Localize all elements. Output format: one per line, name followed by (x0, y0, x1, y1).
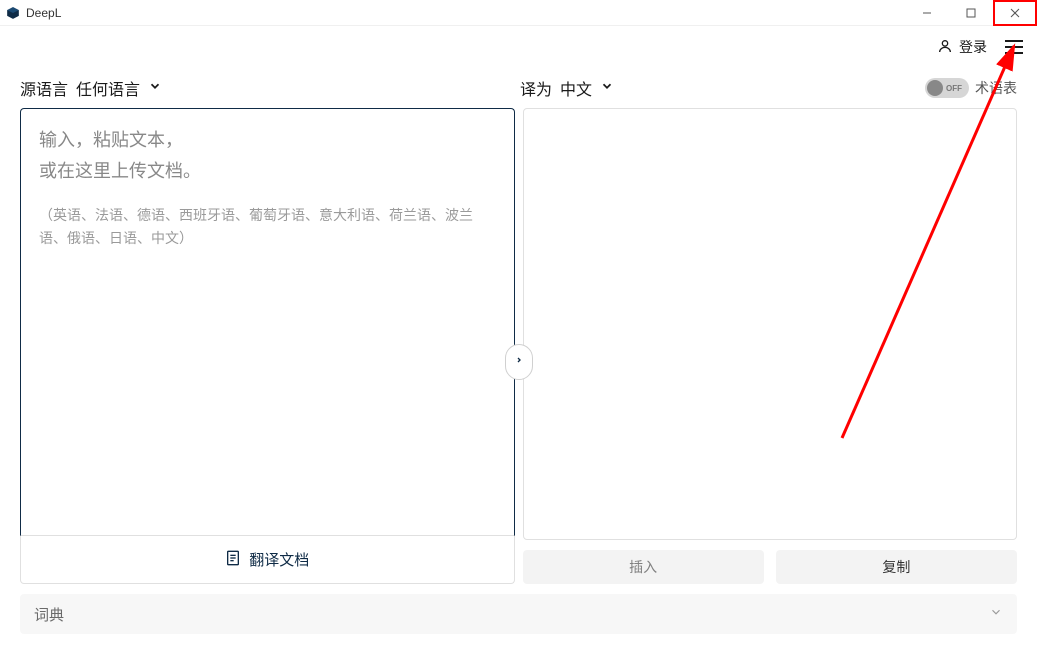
dictionary-label: 词典 (34, 604, 64, 625)
chevron-down-icon (600, 79, 614, 98)
source-lang-prefix: 源语言 (20, 76, 68, 100)
target-lang-value: 中文 (560, 76, 592, 100)
source-panel: 输入，粘贴文本， 或在这里上传文档。 （英语、法语、德语、西班牙语、葡萄牙语、意… (20, 108, 515, 584)
source-placeholder: 输入，粘贴文本， 或在这里上传文档。 (39, 125, 496, 186)
chevron-down-icon (148, 79, 162, 98)
target-panel: 插入 复制 (523, 108, 1018, 584)
dictionary-bar[interactable]: 词典 (20, 594, 1017, 634)
source-lang-value: 任何语言 (76, 76, 140, 100)
translate-doc-label: 翻译文档 (249, 549, 309, 570)
source-language-selector[interactable]: 源语言任何语言 (20, 76, 162, 100)
glossary-toggle[interactable]: OFF (925, 78, 969, 98)
user-icon (937, 38, 953, 57)
insert-button[interactable]: 插入 (523, 550, 764, 584)
chevron-down-icon (989, 605, 1003, 624)
target-language-selector[interactable]: 译为中文 (520, 76, 614, 100)
close-button[interactable] (993, 0, 1037, 26)
supported-languages-hint: （英语、法语、德语、西班牙语、葡萄牙语、意大利语、荷兰语、波兰语、俄语、日语、中… (39, 204, 496, 249)
window-controls (905, 0, 1037, 26)
target-textarea[interactable] (523, 108, 1018, 540)
titlebar-left: DeepL (6, 6, 61, 20)
minimize-button[interactable] (905, 0, 949, 26)
swap-languages-button[interactable] (505, 344, 533, 380)
copy-label: 复制 (882, 557, 910, 577)
translation-panels: 输入，粘贴文本， 或在这里上传文档。 （英语、法语、德语、西班牙语、葡萄牙语、意… (0, 108, 1037, 584)
toggle-knob (927, 80, 943, 96)
copy-button[interactable]: 复制 (776, 550, 1017, 584)
glossary-label: 术语表 (975, 78, 1017, 98)
document-icon (225, 549, 241, 571)
titlebar: DeepL (0, 0, 1037, 26)
source-panel-footer: 翻译文档 (20, 536, 515, 584)
menu-button[interactable] (1005, 40, 1023, 54)
app-title: DeepL (26, 6, 61, 20)
target-panel-footer: 插入 复制 (523, 540, 1018, 584)
target-lang-prefix: 译为 (520, 76, 552, 100)
insert-label: 插入 (629, 557, 657, 577)
login-button[interactable]: 登录 (937, 37, 987, 57)
placeholder-line2: 或在这里上传文档。 (39, 156, 496, 187)
source-textarea[interactable]: 输入，粘贴文本， 或在这里上传文档。 （英语、法语、德语、西班牙语、葡萄牙语、意… (20, 108, 515, 536)
toggle-state-label: OFF (946, 84, 962, 93)
login-label: 登录 (959, 37, 987, 57)
translate-document-button[interactable]: 翻译文档 (225, 549, 309, 571)
app-logo-icon (6, 6, 20, 20)
language-row: 源语言任何语言 译为中文 OFF 术语表 (0, 68, 1037, 108)
topbar: 登录 (0, 26, 1037, 68)
glossary-area: OFF 术语表 (925, 78, 1017, 98)
chevron-right-icon (515, 353, 523, 371)
placeholder-line1: 输入，粘贴文本， (39, 125, 496, 156)
maximize-button[interactable] (949, 0, 993, 26)
